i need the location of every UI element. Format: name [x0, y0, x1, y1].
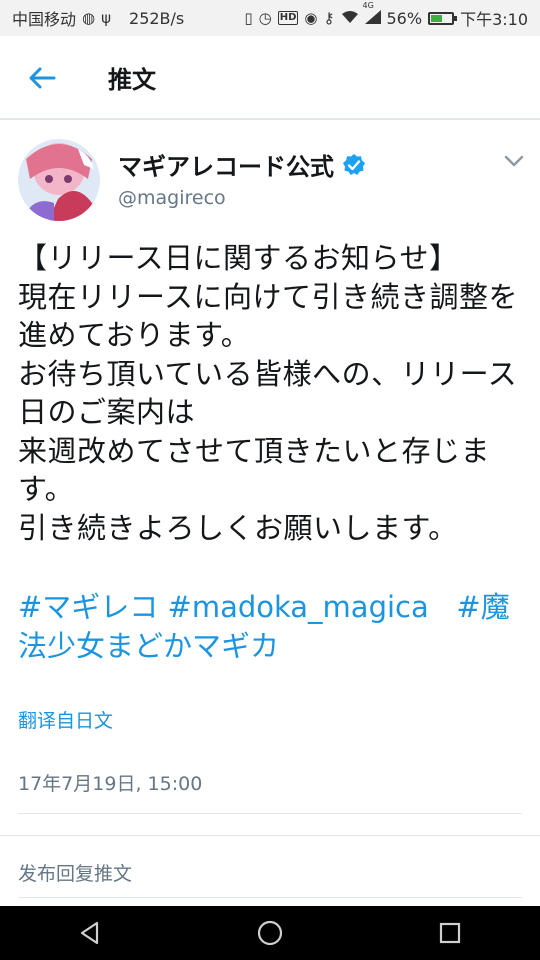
divider	[18, 813, 522, 814]
status-bar: 中国移动 ◍ ψ 252B/s ▯ ◷ HD ◉ ⚷ 4G 56% 下午3:10	[0, 0, 540, 36]
divider	[18, 897, 522, 898]
key-icon: ⚷	[323, 8, 335, 27]
back-button[interactable]	[22, 58, 62, 98]
nav-home-button[interactable]	[243, 906, 297, 960]
hd-icon: HD	[277, 11, 299, 25]
avatar-image	[18, 139, 100, 221]
system-nav-bar	[0, 906, 540, 960]
reply-input[interactable]: 发布回复推文	[18, 859, 132, 886]
author-name[interactable]: マギアレコード公式	[118, 147, 366, 182]
tweet-text: 【リリース日に関するお知らせ】 現在リリースに向けて引き続き調整を進めております…	[18, 241, 519, 545]
battery-icon	[428, 11, 458, 25]
clock: 下午3:10	[460, 10, 528, 29]
battery-fill	[431, 14, 443, 22]
eye-icon: ◉	[304, 8, 318, 27]
page-title: 推文	[108, 66, 156, 94]
verified-badge-icon	[343, 153, 365, 175]
translate-link[interactable]: 翻译自日文	[18, 706, 113, 733]
network-type: 4G	[362, 0, 374, 10]
recents-square-icon	[439, 922, 461, 944]
divider	[0, 835, 540, 836]
signal-icon: 4G	[363, 1, 381, 27]
browser-icon: ◍	[82, 8, 96, 27]
alarm-icon: ◷	[258, 8, 272, 27]
status-left: 中国移动 ◍ ψ 252B/s	[12, 6, 184, 30]
carrier-label: 中国移动	[12, 10, 77, 29]
hashtag-link[interactable]: #マギレコ	[18, 590, 158, 624]
author-name-text: マギアレコード公式	[118, 153, 334, 181]
home-circle-icon	[257, 920, 283, 946]
usb-icon: ψ	[101, 8, 112, 27]
battery-percent: 56%	[386, 8, 423, 28]
author-handle[interactable]: @magireco	[118, 187, 226, 209]
hashtag-link[interactable]: #madoka_magica	[168, 590, 429, 624]
wifi-icon	[341, 10, 359, 27]
chevron-down-icon[interactable]	[502, 151, 526, 171]
tweet-timestamp: 17年7月19日, 15:00	[18, 773, 203, 795]
nav-recents-button[interactable]	[423, 906, 477, 960]
network-speed: 252B/s	[129, 8, 185, 28]
back-triangle-icon	[80, 921, 99, 945]
app-header: 推文	[0, 36, 540, 120]
hashtags: #マギレコ #madoka_magica #魔法少女まどかマギカ	[18, 588, 518, 665]
status-right: ▯ ◷ HD ◉ ⚷ 4G 56% 下午3:10	[244, 1, 528, 30]
nav-back-button[interactable]	[63, 906, 117, 960]
vibrate-icon: ▯	[244, 8, 253, 27]
avatar[interactable]	[18, 139, 100, 221]
arrow-left-icon	[29, 67, 56, 89]
